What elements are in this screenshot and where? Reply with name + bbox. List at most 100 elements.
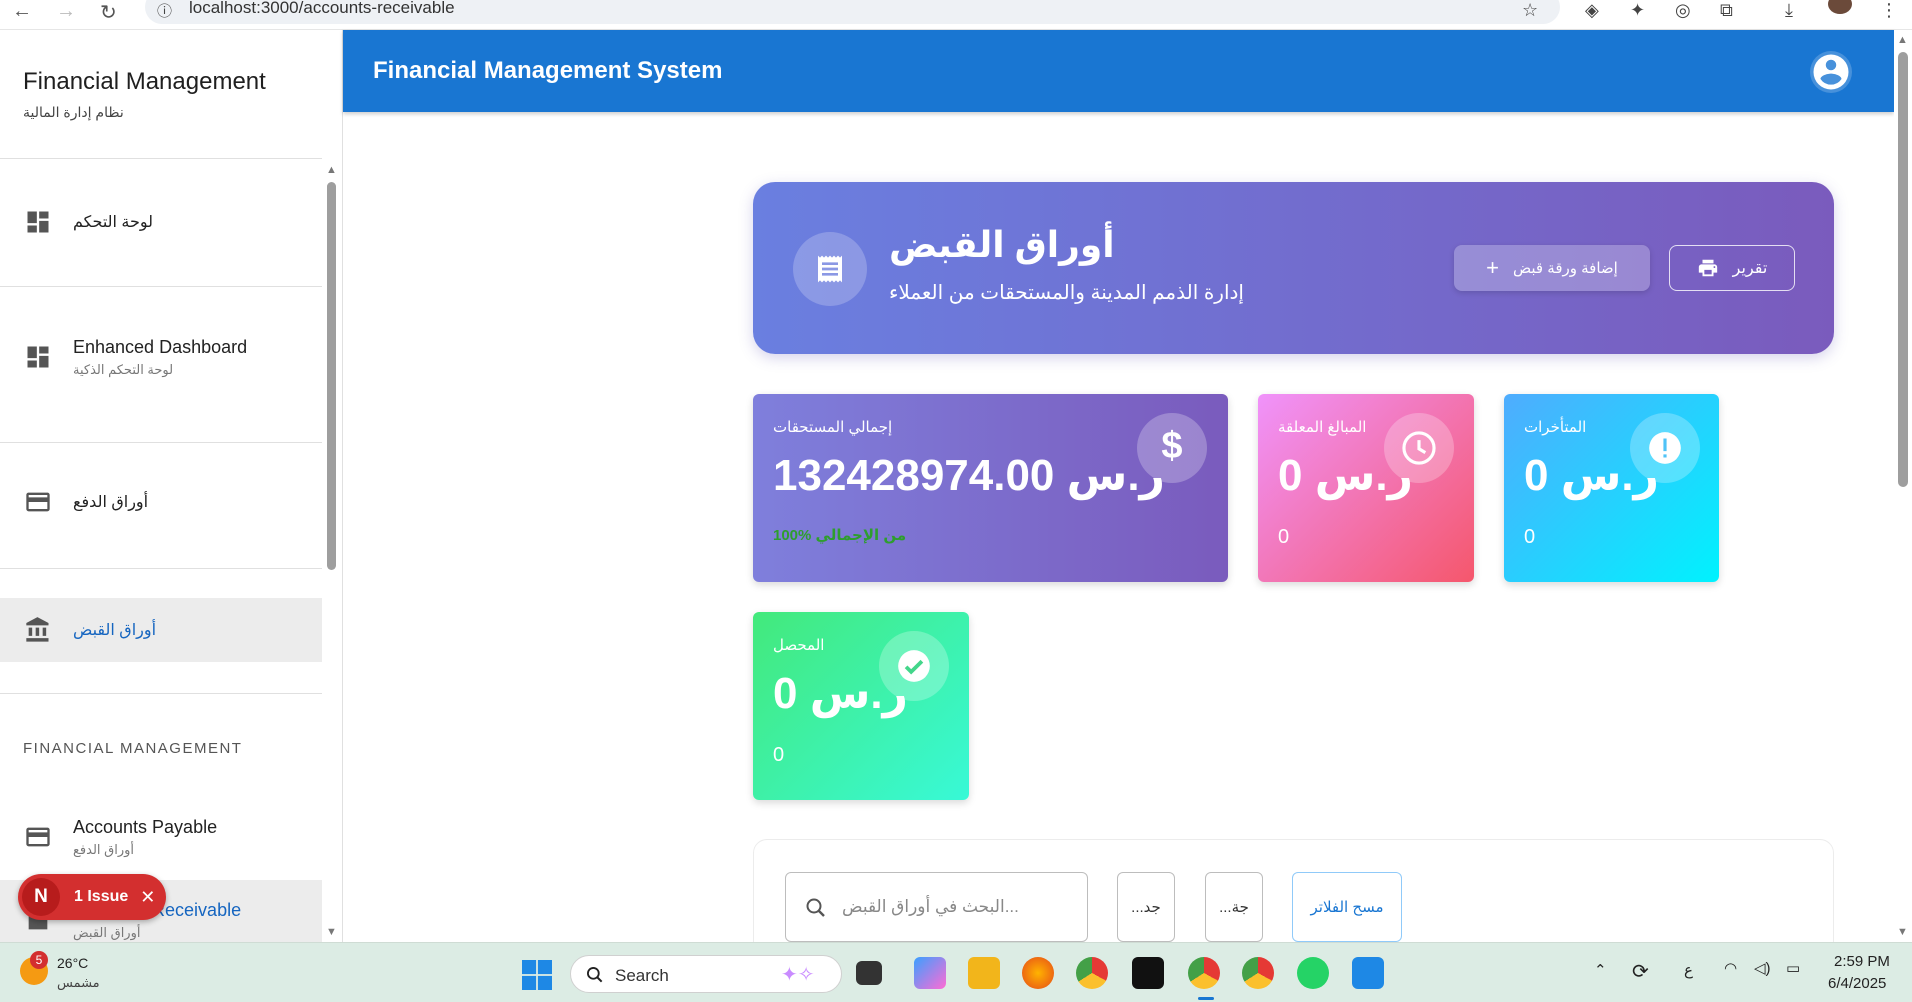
sidebar-scrollbar-thumb[interactable]	[327, 182, 336, 570]
sidebar-item-label: لوحة التحكم	[73, 214, 154, 231]
scroll-up-arrow-icon[interactable]: ▲	[1897, 34, 1908, 46]
section-label: FINANCIAL MANAGEMENT	[23, 740, 243, 757]
extension-icon[interactable]: ◎	[1675, 0, 1691, 21]
stat-count: 0	[773, 744, 785, 766]
scroll-up-arrow-icon[interactable]: ▲	[326, 164, 337, 176]
issue-badge[interactable]: N 1 Issue ✕	[18, 874, 166, 920]
stat-value: 132428974.00 ر.س	[773, 451, 1165, 500]
copilot-sparkle-icon: ✦✧	[781, 964, 815, 986]
close-icon[interactable]: ✕	[140, 887, 155, 908]
brand-subtitle: نظام إدارة المالية	[23, 104, 124, 120]
add-receivable-button[interactable]: + إضافة ورقة قبض	[1454, 245, 1650, 291]
tray-overflow-icon[interactable]: ⌃	[1594, 961, 1607, 979]
bookmark-star-icon[interactable]: ☆	[1522, 0, 1538, 21]
divider	[0, 442, 322, 443]
bank-icon	[26, 617, 49, 642]
taskbar-search-label: Search	[615, 966, 669, 985]
battery-icon[interactable]: ▭	[1786, 959, 1800, 977]
stat-label: المحصل	[773, 637, 825, 654]
chrome-profile-icon[interactable]	[1188, 957, 1220, 989]
windows-start-icon[interactable]	[522, 960, 552, 990]
credit-card-icon	[26, 492, 50, 512]
photos-icon[interactable]	[1352, 957, 1384, 989]
forward-icon[interactable]: →	[56, 0, 76, 23]
search-placeholder: البحث في أوراق القبض...	[842, 897, 1019, 916]
filter-select[interactable]: ...جة	[1205, 872, 1263, 942]
search-icon	[806, 898, 825, 917]
page-title: أوراق القبض	[889, 224, 1115, 265]
sidebar-item-sublabel: أوراق القبض	[73, 924, 141, 940]
clear-filters-button[interactable]: مسح الفلاتر	[1292, 872, 1402, 942]
sync-icon[interactable]: ⟳	[1632, 959, 1649, 984]
browser-toolbar: ← → ↻ ⓘ localhost:3000/accounts-receivab…	[0, 0, 1912, 30]
sidebar-item-enhanced-dashboard[interactable]: Enhanced Dashboard لوحة التحكم الذكية	[0, 320, 322, 394]
profile-avatar-icon[interactable]	[1828, 0, 1852, 14]
scroll-down-arrow-icon[interactable]: ▼	[1897, 926, 1908, 938]
clock-time[interactable]: 2:59 PM	[1834, 953, 1890, 970]
issue-count: 1 Issue	[74, 888, 129, 905]
stat-card-pending: المبالغ المعلقة 0 ر.س 0	[1258, 394, 1474, 582]
sidebar-item-payables[interactable]: أوراق الدفع	[0, 470, 322, 534]
task-view-icon[interactable]	[856, 961, 882, 985]
sidebar-item-accounts-payable[interactable]: Accounts Payable أوراق الدفع	[0, 800, 322, 874]
scroll-down-arrow-icon[interactable]: ▼	[326, 926, 337, 938]
notification-badge: 5	[30, 951, 48, 969]
stat-card-collected: المحصل 0 ر.س 0	[753, 612, 969, 800]
search-icon	[587, 967, 603, 983]
os-taskbar: 5 26°C مشمس Search ✦✧ ⌃ ⟳ ع ◠ ◁) ▭ 2:59 …	[0, 942, 1912, 1002]
print-icon	[1698, 259, 1717, 277]
add-receivable-label: إضافة ورقة قبض	[1513, 260, 1618, 277]
clock-icon	[1384, 413, 1454, 483]
sidebar: Financial Management نظام إدارة المالية …	[0, 30, 343, 942]
page-header-banner: أوراق القبض إدارة الذمم المدينة والمستحق…	[753, 182, 1834, 354]
report-button[interactable]: تقرير	[1669, 245, 1795, 291]
credit-card-icon	[26, 827, 50, 847]
sidebar-item-sublabel: لوحة التحكم الذكية	[73, 361, 174, 377]
sidebar-item-sublabel: أوراق الدفع	[73, 841, 135, 857]
copilot-icon[interactable]	[914, 957, 946, 989]
wifi-icon[interactable]: ◠	[1724, 959, 1737, 977]
taskbar-search[interactable]: Search ✦✧	[570, 955, 842, 993]
browser-menu-icon[interactable]: ⋮	[1880, 0, 1898, 21]
sidebar-item-receivables[interactable]: أوراق القبض	[0, 598, 322, 662]
filter-panel: البحث في أوراق القبض... ...جد ...جة مسح …	[753, 839, 1834, 959]
main-scrollbar-thumb[interactable]	[1898, 52, 1908, 487]
brand: Financial Management نظام إدارة المالية	[23, 68, 266, 121]
file-explorer-icon[interactable]	[968, 957, 1000, 989]
dashboard-icon	[27, 346, 49, 368]
sidebar-item-label: Enhanced Dashboard	[73, 336, 248, 357]
volume-icon[interactable]: ◁)	[1754, 959, 1771, 977]
reload-icon[interactable]: ↻	[100, 0, 117, 25]
clock-date[interactable]: 6/4/2025	[1828, 975, 1886, 992]
sidebar-item-dashboard[interactable]: لوحة التحكم	[0, 190, 322, 254]
sidebar-item-label: Accounts Payable	[73, 816, 218, 837]
weather-temperature: 26°C	[57, 955, 89, 971]
input-language[interactable]: ع	[1684, 961, 1693, 979]
account-circle-icon[interactable]	[1810, 51, 1852, 93]
extension-icon[interactable]: ◈	[1585, 0, 1599, 21]
back-icon[interactable]: ←	[12, 0, 32, 23]
download-icon[interactable]: ⤓	[1785, 0, 1793, 21]
whatsapp-icon[interactable]	[1297, 957, 1329, 989]
site-info-icon[interactable]: ⓘ	[157, 0, 172, 21]
stat-card-overdue: المتأخرات 0 ر.س 0	[1504, 394, 1719, 582]
extensions-puzzle-icon[interactable]: ⧉	[1720, 0, 1733, 21]
chrome-profile-icon[interactable]	[1242, 957, 1274, 989]
receipt-icon	[793, 232, 867, 306]
filter-select[interactable]: ...جد	[1117, 872, 1175, 942]
stat-label: المبالغ المعلقة	[1278, 419, 1367, 436]
stat-count: 0	[1524, 526, 1536, 548]
divider	[0, 693, 322, 694]
issue-badge-initial: N	[22, 878, 60, 916]
divider	[0, 158, 322, 159]
extension-icon[interactable]: ✦	[1630, 0, 1645, 21]
address-bar[interactable]: ⓘ localhost:3000/accounts-receivable	[145, 0, 1560, 24]
url-text: localhost:3000/accounts-receivable	[189, 0, 455, 17]
alert-icon	[1630, 413, 1700, 483]
firefox-icon[interactable]	[1022, 957, 1054, 989]
dashboard-icon	[27, 211, 49, 233]
sidebar-item-label: أوراق القبض	[73, 622, 157, 639]
search-input[interactable]: البحث في أوراق القبض...	[785, 872, 1088, 942]
chrome-icon[interactable]	[1076, 957, 1108, 989]
capcut-icon[interactable]	[1132, 957, 1164, 989]
